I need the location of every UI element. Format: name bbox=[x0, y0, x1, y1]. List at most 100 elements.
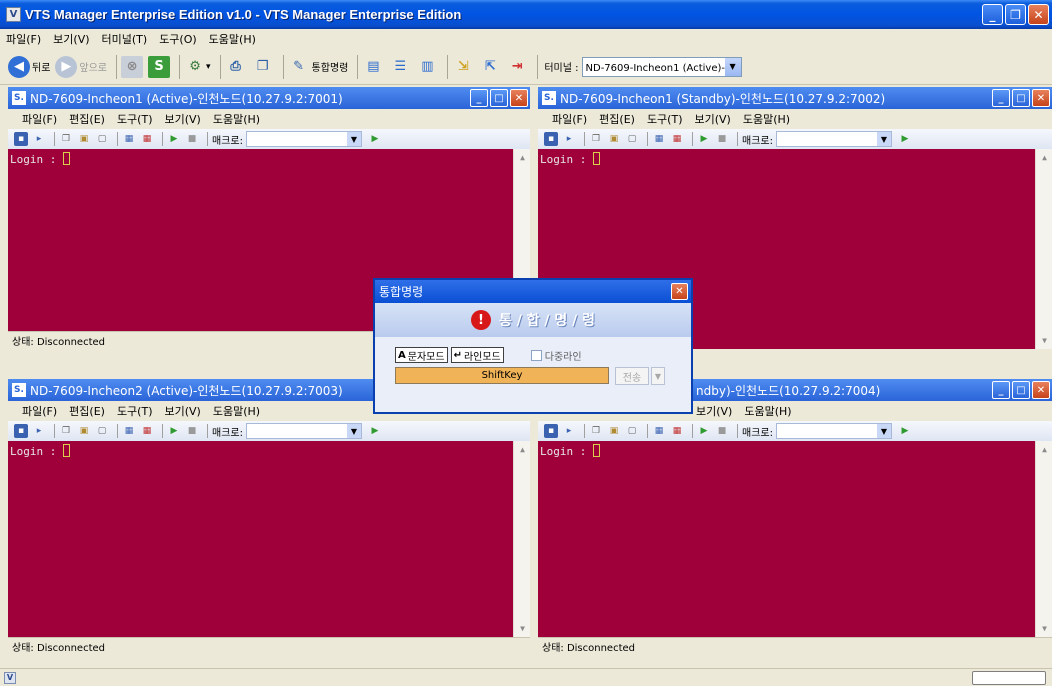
close-icon[interactable]: ✕ bbox=[1028, 4, 1049, 25]
menu-terminal[interactable]: 터미널(T) bbox=[102, 31, 148, 47]
unified-command-button[interactable]: ✎ 통합명령 bbox=[288, 56, 348, 78]
terminal-select[interactable]: ND-7609-Incheon1 (Active)-인천 ▼ bbox=[581, 56, 742, 77]
minimize-icon[interactable]: _ bbox=[982, 4, 1003, 25]
pane-menu-tools[interactable]: 도구(T) bbox=[117, 111, 153, 127]
paste-icon[interactable]: ▣ bbox=[77, 424, 91, 438]
minimize-icon[interactable]: _ bbox=[992, 381, 1010, 399]
print-icon[interactable]: ⎙ bbox=[225, 56, 247, 78]
log-icon[interactable]: ▦ bbox=[652, 424, 666, 438]
scroll-up-icon[interactable]: ▲ bbox=[515, 442, 530, 457]
scroll-up-icon[interactable]: ▲ bbox=[515, 150, 530, 165]
menu-tools[interactable]: 도구(O) bbox=[159, 31, 196, 47]
pane-menu-file[interactable]: 파일(F) bbox=[22, 403, 57, 419]
stop-icon[interactable]: ■ bbox=[185, 132, 199, 146]
connect-icon[interactable]: ⚙ bbox=[184, 56, 206, 78]
minimize-icon[interactable]: _ bbox=[470, 89, 488, 107]
scrollbar[interactable]: ▲ ▼ bbox=[513, 441, 530, 637]
paste-icon[interactable]: ▣ bbox=[607, 424, 621, 438]
macro-run-icon[interactable]: ▶ bbox=[368, 424, 382, 438]
send-dropdown-icon[interactable]: ▼ bbox=[651, 367, 665, 385]
scroll-down-icon[interactable]: ▼ bbox=[1037, 333, 1052, 348]
copy-icon[interactable]: ❐ bbox=[589, 132, 603, 146]
log-stop-icon[interactable]: ▦ bbox=[140, 424, 154, 438]
paste-icon[interactable]: ▣ bbox=[607, 132, 621, 146]
pane-menu-help[interactable]: 도움말(H) bbox=[213, 403, 260, 419]
play-icon[interactable]: ▶ bbox=[167, 424, 181, 438]
macro-run-icon[interactable]: ▶ bbox=[898, 424, 912, 438]
pane-menu-help[interactable]: 도움말(H) bbox=[743, 111, 790, 127]
restore-icon[interactable]: ❐ bbox=[1005, 4, 1026, 25]
refresh-icon[interactable]: S bbox=[148, 55, 171, 78]
stop-icon[interactable]: ⊗ bbox=[121, 55, 144, 78]
chevron-down-icon[interactable]: ▼ bbox=[346, 424, 361, 438]
pane-menu-view[interactable]: 보기(V) bbox=[694, 111, 730, 127]
multiline-checkbox[interactable]: 다중라인 bbox=[530, 348, 582, 363]
forward-button[interactable]: ▶ 앞으로 bbox=[55, 55, 107, 78]
save-icon[interactable]: ▪ bbox=[14, 424, 28, 438]
command-input[interactable]: ShiftKey bbox=[395, 367, 609, 384]
pane-menu-edit[interactable]: 편집(E) bbox=[599, 111, 635, 127]
chevron-down-icon[interactable]: ▼ bbox=[724, 57, 741, 76]
chevron-down-icon[interactable]: ▼ bbox=[346, 132, 361, 146]
pane-menu-tools[interactable]: 도구(T) bbox=[117, 403, 153, 419]
tile-vertical-icon[interactable]: ▥ bbox=[416, 56, 438, 78]
pane-menu-file[interactable]: 파일(F) bbox=[552, 111, 587, 127]
terminal-screen[interactable]: Login : ▲ ▼ bbox=[538, 441, 1052, 637]
pane-menu-view[interactable]: 보기(V) bbox=[164, 403, 200, 419]
scroll-down-icon[interactable]: ▼ bbox=[1037, 621, 1052, 636]
log-icon[interactable]: ▦ bbox=[122, 132, 136, 146]
macro-run-icon[interactable]: ▶ bbox=[368, 132, 382, 146]
checkbox-box[interactable] bbox=[530, 349, 542, 361]
export-icon[interactable]: ⇱ bbox=[479, 56, 501, 78]
terminal-screen[interactable]: Login : ▲ ▼ bbox=[8, 441, 530, 637]
select-all-icon[interactable]: ▢ bbox=[625, 132, 639, 146]
pane-menu-help[interactable]: 도움말(H) bbox=[213, 111, 260, 127]
scrollbar[interactable]: ▲ ▼ bbox=[1035, 149, 1052, 349]
save-icon[interactable]: ▪ bbox=[14, 132, 28, 146]
copy-icon[interactable]: ❐ bbox=[59, 424, 73, 438]
line-mode-button[interactable]: ↵ 라인모드 bbox=[450, 347, 504, 363]
open-icon[interactable]: ▸ bbox=[562, 424, 576, 438]
select-all-icon[interactable]: ▢ bbox=[95, 132, 109, 146]
log-icon[interactable]: ▦ bbox=[122, 424, 136, 438]
pane-menu-help[interactable]: 도움말(H) bbox=[744, 403, 791, 419]
pane-menu-edit[interactable]: 편집(E) bbox=[69, 403, 105, 419]
char-mode-button[interactable]: A 문자모드 bbox=[395, 347, 448, 363]
stop-icon[interactable]: ■ bbox=[185, 424, 199, 438]
play-icon[interactable]: ▶ bbox=[697, 132, 711, 146]
play-icon[interactable]: ▶ bbox=[697, 424, 711, 438]
pane-menu-file[interactable]: 파일(F) bbox=[22, 111, 57, 127]
macro-run-icon[interactable]: ▶ bbox=[898, 132, 912, 146]
log-stop-icon[interactable]: ▦ bbox=[140, 132, 154, 146]
import-icon[interactable]: ⇲ bbox=[452, 56, 474, 78]
chevron-down-icon[interactable]: ▼ bbox=[876, 424, 891, 438]
close-icon[interactable]: ✕ bbox=[510, 89, 528, 107]
open-icon[interactable]: ▸ bbox=[32, 132, 46, 146]
macro-select[interactable]: ▼ bbox=[245, 423, 362, 439]
stop-icon[interactable]: ■ bbox=[715, 132, 729, 146]
maximize-icon[interactable]: □ bbox=[1012, 89, 1030, 107]
save-icon[interactable]: ▪ bbox=[544, 132, 558, 146]
select-all-icon[interactable]: ▢ bbox=[625, 424, 639, 438]
open-icon[interactable]: ▸ bbox=[32, 424, 46, 438]
maximize-icon[interactable]: □ bbox=[490, 89, 508, 107]
pane-menu-edit[interactable]: 편집(E) bbox=[69, 111, 105, 127]
pane-menu-tools[interactable]: 도구(T) bbox=[647, 111, 683, 127]
send-button[interactable]: 전송 bbox=[615, 367, 649, 385]
macro-select[interactable]: ▼ bbox=[775, 423, 892, 439]
log-icon[interactable]: ▦ bbox=[652, 132, 666, 146]
cascade-icon[interactable]: ▤ bbox=[362, 56, 384, 78]
macro-select[interactable]: ▼ bbox=[245, 131, 362, 147]
back-button[interactable]: ◀ 뒤로 bbox=[8, 55, 50, 78]
menu-view[interactable]: 보기(V) bbox=[53, 31, 89, 47]
close-icon[interactable]: ✕ bbox=[1032, 381, 1050, 399]
copy-icon[interactable]: ❐ bbox=[59, 132, 73, 146]
stop-icon[interactable]: ■ bbox=[715, 424, 729, 438]
close-icon[interactable]: ✕ bbox=[671, 283, 688, 300]
scroll-up-icon[interactable]: ▲ bbox=[1037, 442, 1052, 457]
exit-icon[interactable]: ⇥ bbox=[506, 56, 528, 78]
maximize-icon[interactable]: □ bbox=[1012, 381, 1030, 399]
log-stop-icon[interactable]: ▦ bbox=[670, 424, 684, 438]
select-all-icon[interactable]: ▢ bbox=[95, 424, 109, 438]
save-icon[interactable]: ▪ bbox=[544, 424, 558, 438]
